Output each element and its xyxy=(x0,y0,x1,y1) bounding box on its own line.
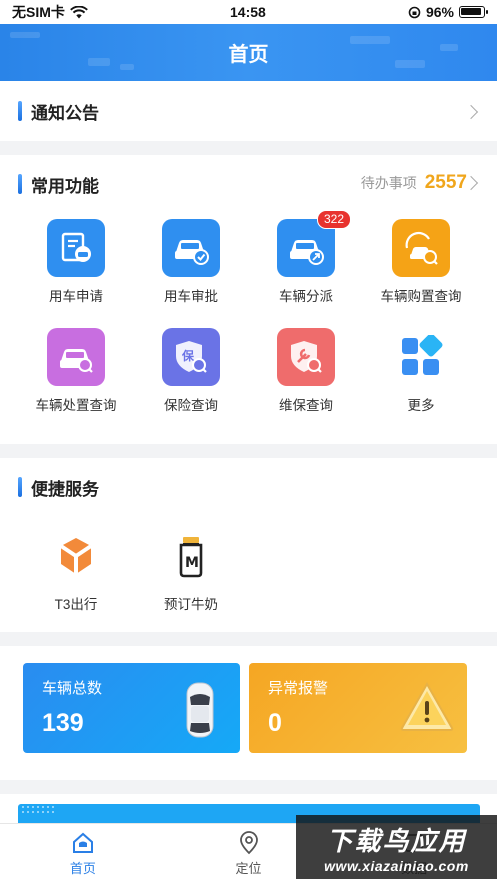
func-label: 用车审批 xyxy=(164,289,218,304)
dispatch-badge: 322 xyxy=(316,210,351,229)
func-label: 保险查询 xyxy=(164,398,218,413)
quick-services-title: 便捷服务 xyxy=(31,479,99,499)
car-application-icon xyxy=(47,219,105,277)
more-grid-icon xyxy=(392,328,450,386)
func-label: 车辆购置查询 xyxy=(380,289,462,304)
quick-t3-travel[interactable]: T3出行 xyxy=(17,527,135,613)
section-accent-bar xyxy=(18,477,22,497)
watermark-url: www.xiazainiao.com xyxy=(324,857,469,874)
func-more[interactable]: 更多 xyxy=(362,328,480,414)
car-top-view-icon xyxy=(186,682,214,738)
maintenance-query-icon xyxy=(277,328,335,386)
insurance-query-icon: 保 xyxy=(162,328,220,386)
func-car-disposal-query[interactable]: 车辆处置查询 xyxy=(17,328,135,414)
watermark: 下载鸟应用 www.xiazainiao.com xyxy=(296,815,497,879)
notice-row[interactable]: 通知公告 xyxy=(0,81,497,141)
common-functions-title: 常用功能 xyxy=(31,176,99,196)
func-label: 车辆处置查询 xyxy=(35,398,117,413)
func-car-purchase-query[interactable]: 车辆购置查询 xyxy=(362,219,480,305)
func-label: 预订牛奶 xyxy=(164,597,218,612)
location-pin-icon xyxy=(239,831,258,855)
tab-label: 首页 xyxy=(69,861,96,876)
section-accent-bar xyxy=(18,101,22,121)
func-maintenance-query[interactable]: 维保查询 xyxy=(247,328,365,414)
car-purchase-query-icon xyxy=(392,219,450,277)
svg-text:保: 保 xyxy=(181,348,195,363)
func-insurance-query[interactable]: 保 保险查询 xyxy=(132,328,250,414)
section-accent-bar xyxy=(18,174,22,194)
page-title: 首页 xyxy=(228,44,269,66)
car-dispatch-icon: 322 xyxy=(277,210,351,277)
orientation-lock-icon xyxy=(408,6,421,18)
battery-icon xyxy=(458,6,488,18)
page-header: 首页 xyxy=(0,24,497,81)
func-label: 更多 xyxy=(407,398,435,413)
wifi-icon xyxy=(70,5,88,18)
vehicle-total-title: 车辆总数 xyxy=(42,680,103,697)
todo-count: 2557 xyxy=(424,172,467,193)
todo-label: 待办事项 xyxy=(360,175,417,191)
func-label: T3出行 xyxy=(54,597,98,612)
notice-title: 通知公告 xyxy=(31,103,99,123)
func-car-approval[interactable]: 用车审批 xyxy=(132,219,250,305)
tab-home[interactable]: 首页 xyxy=(0,824,166,883)
battery-percent: 96% xyxy=(425,4,454,20)
abnormal-alarm-card[interactable]: 异常报警 0 xyxy=(249,663,467,753)
func-car-dispatch[interactable]: 322 车辆分派 xyxy=(247,210,365,305)
status-bar: 无SIM卡 14:58 96% xyxy=(0,0,497,24)
milk-bottle-icon: M xyxy=(162,527,220,585)
clock: 14:58 xyxy=(230,4,266,20)
carrier-label: 无SIM卡 xyxy=(12,4,65,20)
watermark-title: 下载鸟应用 xyxy=(326,825,467,856)
func-label: 维保查询 xyxy=(279,398,333,413)
home-icon xyxy=(72,832,93,853)
car-approval-icon xyxy=(162,219,220,277)
svg-text:M: M xyxy=(185,555,199,571)
abnormal-alarm-title: 异常报警 xyxy=(268,680,329,697)
func-label: 车辆分派 xyxy=(279,289,333,304)
chevron-right-icon xyxy=(463,104,479,120)
car-disposal-query-icon xyxy=(47,328,105,386)
abnormal-alarm-value: 0 xyxy=(268,709,282,737)
t3-travel-icon xyxy=(47,527,105,585)
func-label: 用车申请 xyxy=(49,289,103,304)
quick-order-milk[interactable]: M 预订牛奶 xyxy=(132,527,250,613)
tab-label: 定位 xyxy=(235,861,262,876)
vehicle-total-value: 139 xyxy=(42,709,84,737)
vehicle-total-card[interactable]: 车辆总数 139 xyxy=(23,663,240,753)
todo-link[interactable]: 待办事项 2557 xyxy=(361,172,467,194)
func-car-application[interactable]: 用车申请 xyxy=(17,219,135,305)
warning-triangle-icon xyxy=(400,681,454,731)
